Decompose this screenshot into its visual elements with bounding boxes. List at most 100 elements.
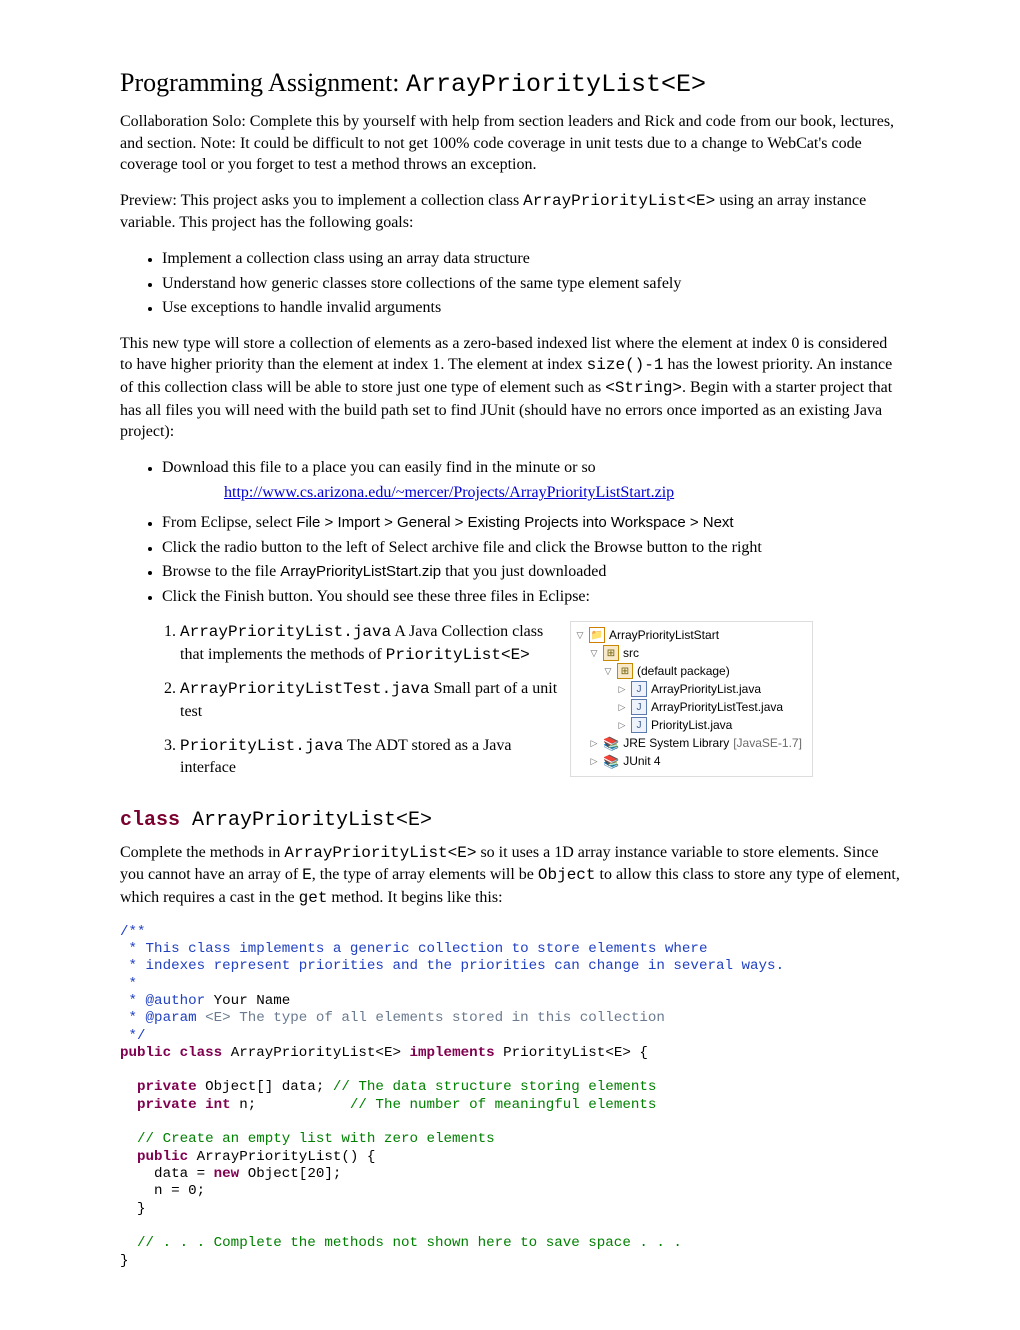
tree-label: ArrayPriorityListStart <box>609 626 719 644</box>
code-token: * <box>120 976 137 992</box>
code-token: public <box>120 1149 188 1165</box>
list-item: Download this file to a place you can ea… <box>162 457 900 504</box>
triangle-down-icon: ▽ <box>603 665 613 679</box>
download-url-row: http://www.cs.arizona.edu/~mercer/Projec… <box>224 482 900 504</box>
code-token: * indexes represent priorities and the p… <box>120 958 784 974</box>
tree-label: JRE System Library <box>623 734 729 752</box>
code-token: Object[] data; <box>197 1079 333 1095</box>
list-item: From Eclipse, select File > Import > Gen… <box>162 512 900 534</box>
files-col: ArrayPriorityList.java A Java Collection… <box>120 621 560 791</box>
tree-label: JUnit 4 <box>623 752 660 770</box>
tree-row-file: ▷ J PriorityList.java <box>575 716 802 734</box>
package-icon: ⊞ <box>617 663 633 679</box>
list-item: Click the Finish button. You should see … <box>162 586 900 608</box>
c-m1: ArrayPriorityList<E> <box>284 844 476 862</box>
f3-code: PriorityList.java <box>180 737 343 755</box>
code-token: // The number of meaningful elements <box>350 1097 657 1113</box>
tree-row-pkg: ▽ ⊞ (default package) <box>575 662 802 680</box>
code-token: } <box>120 1201 146 1217</box>
zero-m2: <String> <box>605 379 682 397</box>
tree-row-project: ▽ 📁 ArrayPriorityListStart <box>575 626 802 644</box>
code-token: // . . . Complete the methods not shown … <box>120 1235 682 1251</box>
tree-row-file: ▷ J ArrayPriorityList.java <box>575 680 802 698</box>
code-token: class <box>171 1045 222 1061</box>
list-item: ArrayPriorityListTest.java Small part of… <box>180 678 560 722</box>
tree-label: PriorityList.java <box>651 716 732 734</box>
c-e: method. It begins like this: <box>327 889 502 906</box>
code-token: ArrayPriorityList<E> <box>222 1045 409 1061</box>
list-item: Use exceptions to handle invalid argumen… <box>162 297 900 319</box>
header-keyword: class <box>120 809 180 832</box>
page-title: Programming Assignment: ArrayPriorityLis… <box>120 68 900 99</box>
files-and-tree: ArrayPriorityList.java A Java Collection… <box>120 621 900 791</box>
tree-row-jre: ▷ 📚 JRE System Library [JavaSE-1.7] <box>575 734 802 752</box>
code-token: * @param <box>120 1010 197 1026</box>
tree-label: (default package) <box>637 662 730 680</box>
list-item: Understand how generic classes store col… <box>162 273 900 295</box>
src-folder-icon: ⊞ <box>603 645 619 661</box>
code-token: * @author <box>120 993 205 1009</box>
eclipse-b: File > Import > General > Existing Proje… <box>296 514 733 531</box>
para-zero: This new type will store a collection of… <box>120 333 900 443</box>
code-token: implements <box>410 1045 495 1061</box>
tree-label-dim: [JavaSE-1.7] <box>733 734 802 752</box>
code-token: // Create an empty list with zero elemen… <box>120 1131 495 1147</box>
tree-row-file: ▷ J ArrayPriorityListTest.java <box>575 698 802 716</box>
package-explorer: ▽ 📁 ArrayPriorityListStart ▽ ⊞ src ▽ ⊞ (… <box>570 621 813 777</box>
list-item: Click the radio button to the left of Se… <box>162 537 900 559</box>
files-list: ArrayPriorityList.java A Java Collection… <box>120 621 560 779</box>
code-token: Your Name <box>205 993 290 1009</box>
code-token: data = <box>120 1166 214 1182</box>
code-token: n; <box>231 1097 350 1113</box>
code-token: private int <box>120 1097 231 1113</box>
code-token: n = 0; <box>120 1183 205 1199</box>
f1-b: PriorityList<E> <box>386 646 530 664</box>
tree-label: ArrayPriorityList.java <box>651 680 761 698</box>
code-token: private <box>120 1079 197 1095</box>
triangle-right-icon: ▷ <box>617 683 627 697</box>
download-link[interactable]: http://www.cs.arizona.edu/~mercer/Projec… <box>224 484 674 501</box>
java-file-icon: J <box>631 681 647 697</box>
title-prefix: Programming Assignment: <box>120 68 406 97</box>
para-preview: Preview: This project asks you to implem… <box>120 190 900 234</box>
triangle-right-icon: ▷ <box>589 755 599 769</box>
goals-list: Implement a collection class using an ar… <box>120 248 900 319</box>
code-token: ArrayPriorityList() { <box>188 1149 375 1165</box>
library-icon: 📚 <box>603 736 619 750</box>
code-token: */ <box>120 1028 146 1044</box>
list-item: Browse to the file ArrayPriorityListStar… <box>162 561 900 583</box>
code-token: new <box>214 1166 240 1182</box>
code-token: public <box>120 1045 171 1061</box>
c-m3: Object <box>538 866 596 884</box>
triangle-right-icon: ▷ <box>617 701 627 715</box>
page: Programming Assignment: ArrayPriorityLis… <box>0 0 1020 1330</box>
java-file-icon: J <box>631 717 647 733</box>
steps-list: Download this file to a place you can ea… <box>120 457 900 608</box>
c-c: , the type of array elements will be <box>312 866 538 883</box>
header-rest: ArrayPriorityList<E> <box>180 809 432 832</box>
project-icon: 📁 <box>589 627 605 643</box>
eclipse-a: From Eclipse, select <box>162 514 296 531</box>
code-token: /** <box>120 924 146 940</box>
list-item: Implement a collection class using an ar… <box>162 248 900 270</box>
tree-row-junit: ▷ 📚 JUnit 4 <box>575 752 802 770</box>
f1-code: ArrayPriorityList.java <box>180 623 391 641</box>
preview-mono: ArrayPriorityList<E> <box>523 192 715 210</box>
step-download: Download this file to a place you can ea… <box>162 459 596 476</box>
para-complete: Complete the methods in ArrayPriorityLis… <box>120 842 900 910</box>
code-block: /** * This class implements a generic co… <box>120 924 900 1270</box>
code-token: } <box>120 1253 129 1269</box>
preview-a: Preview: This project asks you to implem… <box>120 192 523 209</box>
f2-code: ArrayPriorityListTest.java <box>180 680 430 698</box>
triangle-down-icon: ▽ <box>589 647 599 661</box>
browse-c: that you just downloaded <box>441 563 606 580</box>
zero-m1: size()-1 <box>587 356 664 374</box>
c-m2: E <box>302 866 312 884</box>
code-token: Object[20]; <box>239 1166 341 1182</box>
para-collab: Collaboration Solo: Complete this by you… <box>120 111 900 176</box>
tree-row-src: ▽ ⊞ src <box>575 644 802 662</box>
triangle-down-icon: ▽ <box>575 629 585 643</box>
browse-a: Browse to the file <box>162 563 280 580</box>
section-header: class ArrayPriorityList<E> <box>120 809 900 832</box>
library-icon: 📚 <box>603 754 619 768</box>
